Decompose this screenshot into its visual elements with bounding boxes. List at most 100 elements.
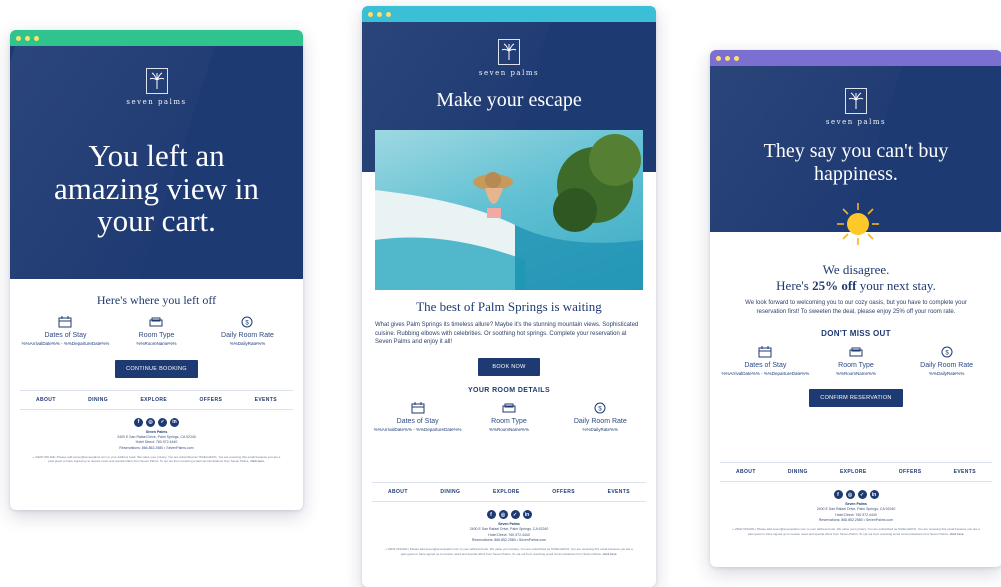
- nav-events[interactable]: EVENTS: [255, 397, 277, 403]
- footer-street: 2400 E San Rafael Drive, Palm Springs, C…: [117, 435, 196, 440]
- facebook-icon[interactable]: f: [134, 417, 143, 427]
- bed-icon: [502, 403, 516, 413]
- nav-events[interactable]: EVENTS: [608, 489, 630, 495]
- nav-about[interactable]: ABOUT: [388, 489, 408, 495]
- detail-value: %%ArrivalDate%% - %%DepartureDate%%: [21, 341, 110, 346]
- fine-print-text: » VIEW ONLINE | Please add seven@sevenpa…: [385, 547, 633, 556]
- window-dot: [716, 55, 721, 61]
- opt-out-link[interactable]: click here.: [250, 459, 265, 463]
- offer-line: Here's 25% off your next stay.: [720, 278, 992, 294]
- footer: ABOUT DINING EXPLORE OFFERS EVENTS f ◎ ✓…: [710, 462, 1001, 536]
- nav-dining[interactable]: DINING: [788, 469, 808, 475]
- logo-text: seven palms: [126, 98, 187, 106]
- detail-label: Daily Room Rate: [573, 418, 627, 426]
- footer-address: Seven Palms 2400 E San Rafael Drive, Pal…: [10, 430, 303, 451]
- offer-post: your next stay.: [856, 278, 936, 293]
- detail-value: %%ArrivalDate%% - %%DepartureDate%%: [373, 427, 462, 433]
- hero-banner: seven palms You left an amazing view in …: [10, 46, 303, 279]
- footer-street: 2400 E San Rafael Drive, Palm Springs, C…: [469, 527, 549, 532]
- window-dot: [16, 35, 21, 41]
- cta-wrap: CONFIRM RESERVATION: [720, 386, 992, 408]
- detail-label: Dates of Stay: [396, 418, 439, 426]
- offer-highlight: 25% off: [812, 278, 857, 293]
- footer-reservations: Reservations: 866.852.2580 • SevenPalms.…: [119, 445, 194, 450]
- nav-explore[interactable]: EXPLORE: [140, 397, 167, 403]
- footer-reservations: Reservations: 866.852.2580 • SevenPalms.…: [471, 537, 547, 542]
- detail-dates: Dates of Stay %%ArrivalDate%% - %%Depart…: [720, 346, 810, 377]
- nav-offers[interactable]: OFFERS: [552, 489, 575, 495]
- svg-text:$: $: [945, 351, 949, 357]
- seven-palms-logo: seven palms: [362, 39, 656, 77]
- twitter-icon[interactable]: ✓: [158, 417, 167, 427]
- footer-address: Seven Palms 2400 E San Rafael Drive, Pal…: [710, 502, 1001, 523]
- detail-room: Room Type %%RoomName%%: [464, 402, 554, 433]
- svg-text:$: $: [246, 321, 250, 327]
- detail-dates: Dates of Stay %%ArrivalDate%% - %%Depart…: [20, 316, 110, 347]
- nav-dining[interactable]: DINING: [88, 397, 108, 403]
- book-now-button[interactable]: BOOK NOW: [478, 358, 540, 377]
- facebook-icon[interactable]: f: [486, 510, 496, 519]
- instagram-icon[interactable]: ◎: [498, 510, 508, 519]
- footer-fine-print: » VIEW ONLINE | Please add seven@sevenpa…: [10, 455, 303, 464]
- nav-explore[interactable]: EXPLORE: [840, 469, 867, 475]
- logo-text: seven palms: [478, 69, 540, 77]
- palm-logo-icon: [845, 88, 867, 114]
- escape-body: The best of Palm Springs is waiting What…: [362, 299, 656, 433]
- linkedin-icon[interactable]: in: [522, 510, 532, 519]
- nav-dining[interactable]: DINING: [440, 489, 460, 495]
- detail-label: Room Type: [491, 418, 527, 426]
- window-dot: [725, 55, 730, 61]
- dont-miss-heading: DON'T MISS OUT: [821, 329, 891, 339]
- detail-label: Dates of Stay: [44, 332, 87, 339]
- footer-nav: ABOUT DINING EXPLORE OFFERS EVENTS: [720, 462, 992, 482]
- window-dot: [734, 55, 739, 61]
- nav-about[interactable]: ABOUT: [36, 397, 56, 403]
- instagram-icon[interactable]: ◎: [146, 417, 155, 427]
- palm-logo-icon: [145, 68, 168, 94]
- section-title: Here's where you left off: [96, 293, 217, 307]
- social-links: f ◎ ✓ in: [710, 490, 1001, 499]
- linkedin-icon[interactable]: in: [170, 417, 179, 427]
- cta-wrap: BOOK NOW: [372, 355, 646, 377]
- pool-scene-image: [375, 134, 643, 290]
- detail-rate: $ Daily Room Rate %%DailyRate%%: [555, 402, 645, 433]
- bed-icon: [149, 317, 163, 327]
- opt-out-link[interactable]: click here.: [950, 532, 965, 536]
- detail-label: Daily Room Rate: [221, 332, 274, 339]
- confirm-reservation-button[interactable]: CONFIRM RESERVATION: [809, 389, 903, 408]
- social-links: f ◎ ✓ in: [10, 417, 303, 427]
- detail-rate: $ Daily Room Rate %%DailyRate%%: [202, 316, 292, 347]
- opt-out-link[interactable]: click here.: [603, 552, 618, 556]
- discount-body: We disagree. Here's 25% off your next st…: [710, 262, 1001, 408]
- window-dot: [386, 11, 391, 17]
- fine-print-text: » VIEW ONLINE | Please add seven@sevenpa…: [32, 454, 281, 464]
- sun-icon: [836, 202, 880, 246]
- seven-palms-logo: seven palms: [710, 88, 1001, 126]
- disagree-text: We disagree.: [822, 262, 890, 277]
- logo-text: seven palms: [825, 118, 887, 126]
- detail-value: %%RoomName%%: [136, 341, 177, 346]
- room-details: Dates of Stay %%ArrivalDate%% - %%Depart…: [20, 316, 293, 347]
- continue-booking-button[interactable]: CONTINUE BOOKING: [115, 359, 198, 378]
- room-details: Dates of Stay %%ArrivalDate%% - %%Depart…: [372, 402, 646, 433]
- instagram-icon[interactable]: ◎: [845, 490, 855, 499]
- footer-hotel: Hotel Direct: 760.972.4440: [835, 512, 877, 517]
- nav-about[interactable]: ABOUT: [736, 469, 756, 475]
- room-details: Dates of Stay %%ArrivalDate%% - %%Depart…: [720, 346, 992, 377]
- nav-offers[interactable]: OFFERS: [200, 397, 223, 403]
- nav-offers[interactable]: OFFERS: [899, 469, 922, 475]
- nav-explore[interactable]: EXPLORE: [493, 489, 520, 495]
- twitter-icon[interactable]: ✓: [857, 490, 867, 499]
- detail-value: %%ArrivalDate%% - %%DepartureDate%%: [721, 371, 810, 377]
- section-title: The best of Palm Springs is waiting: [416, 299, 602, 314]
- detail-room: Room Type %%RoomName%%: [111, 316, 201, 347]
- detail-dates: Dates of Stay %%ArrivalDate%% - %%Depart…: [372, 402, 462, 433]
- nav-events[interactable]: EVENTS: [954, 469, 976, 475]
- twitter-icon[interactable]: ✓: [510, 510, 520, 519]
- facebook-icon[interactable]: f: [833, 490, 843, 499]
- email-card-escape: seven palms Make your escape The best of…: [362, 6, 656, 587]
- detail-rate: $ Daily Room Rate %%DailyRate%%: [902, 346, 992, 377]
- linkedin-icon[interactable]: in: [869, 490, 879, 499]
- email-card-discount: seven palms They say you can't buy happi…: [710, 50, 1001, 567]
- calendar-icon: [411, 402, 425, 414]
